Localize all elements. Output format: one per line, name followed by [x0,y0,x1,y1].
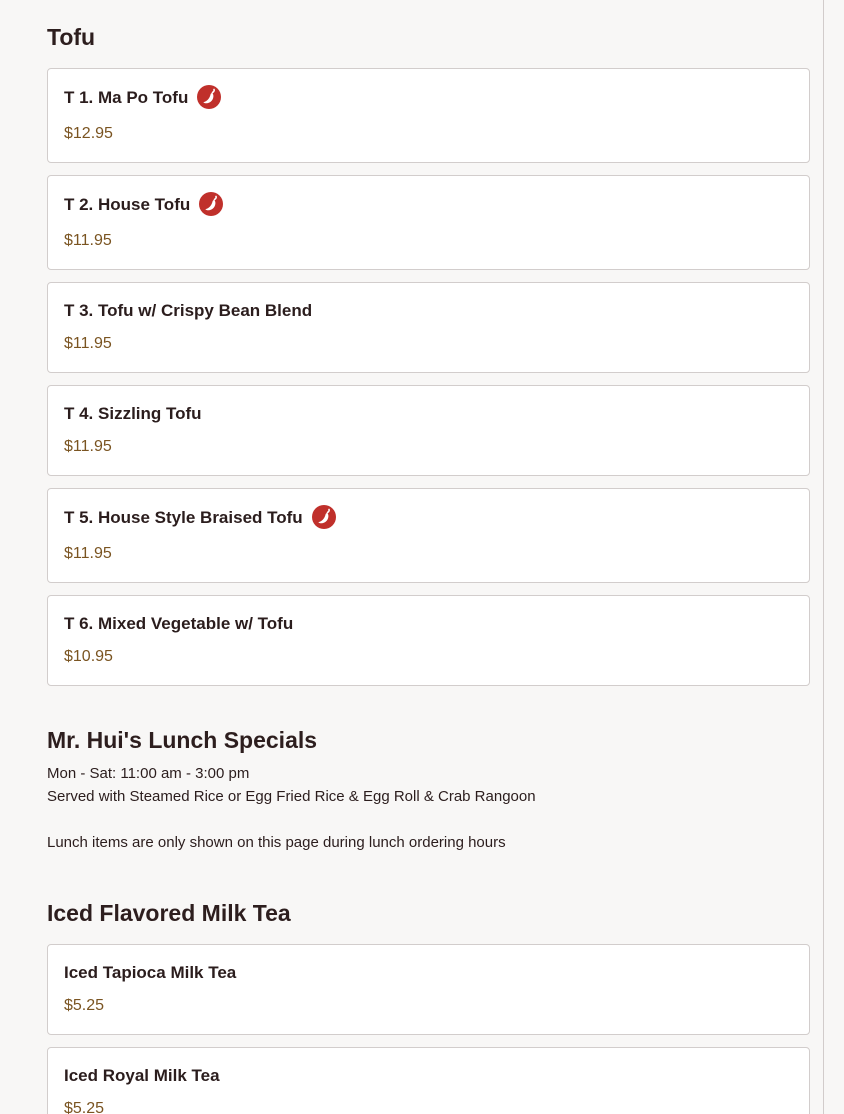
menu-item-card[interactable]: T 2. House Tofu $11.95 [47,175,810,270]
menu-item-card[interactable]: T 1. Ma Po Tofu $12.95 [47,68,810,163]
menu-item-name: Iced Royal Milk Tea [64,1066,220,1085]
menu-item-name: T 1. Ma Po Tofu [64,87,189,107]
section-title-iced-milk-tea: Iced Flavored Milk Tea [47,900,291,926]
menu-item-name: T 3. Tofu w/ Crispy Bean Blend [64,301,313,320]
menu-item-name-wrap: T 5. House Style Braised Tofu [64,505,336,529]
scroll-area-divider [823,0,824,1114]
menu-item-price: $10.95 [64,648,113,665]
menu-item-card[interactable]: Iced Royal Milk Tea $5.25 [47,1047,810,1114]
lunch-hours: Mon - Sat: 11:00 am - 3:00 pm [47,765,250,782]
menu-page: Tofu T 1. Ma Po Tofu $12.95 T 2. House T… [0,0,844,1114]
section-title-tofu: Tofu [47,24,96,50]
menu-item-price: $11.95 [64,335,112,352]
menu-item-price: $5.25 [64,997,105,1014]
menu-item-name: T 4. Sizzling Tofu [64,404,202,423]
menu-item-price: $12.95 [64,125,113,142]
menu-item-card[interactable]: T 6. Mixed Vegetable w/ Tofu $10.95 [47,595,810,686]
menu-item-price: $11.95 [64,545,112,562]
spicy-pepper-icon [311,505,336,529]
menu-item-name-wrap: T 2. House Tofu [64,192,224,216]
menu-item-name: T 5. House Style Braised Tofu [64,507,303,527]
menu-item-name: Iced Tapioca Milk Tea [64,963,237,982]
menu-item-card[interactable]: T 4. Sizzling Tofu $11.95 [47,385,810,476]
menu-item-card[interactable]: Iced Tapioca Milk Tea $5.25 [47,944,810,1035]
menu-item-card[interactable]: T 3. Tofu w/ Crispy Bean Blend $11.95 [47,282,810,373]
menu-item-name: T 6. Mixed Vegetable w/ Tofu [64,614,294,633]
menu-item-name-wrap: T 1. Ma Po Tofu [64,85,222,109]
menu-item-price: $5.25 [64,1100,105,1114]
menu-item-name: T 2. House Tofu [64,194,191,214]
lunch-served-with: Served with Steamed Rice or Egg Fried Ri… [47,788,536,805]
menu-item-price: $11.95 [64,232,112,249]
spicy-pepper-icon [199,192,224,216]
lunch-notice: Lunch items are only shown on this page … [47,834,506,851]
menu-item-card[interactable]: T 5. House Style Braised Tofu $11.95 [47,488,810,583]
menu-item-price: $11.95 [64,438,112,455]
section-title-lunch-specials: Mr. Hui's Lunch Specials [47,727,318,753]
spicy-pepper-icon [197,85,222,109]
